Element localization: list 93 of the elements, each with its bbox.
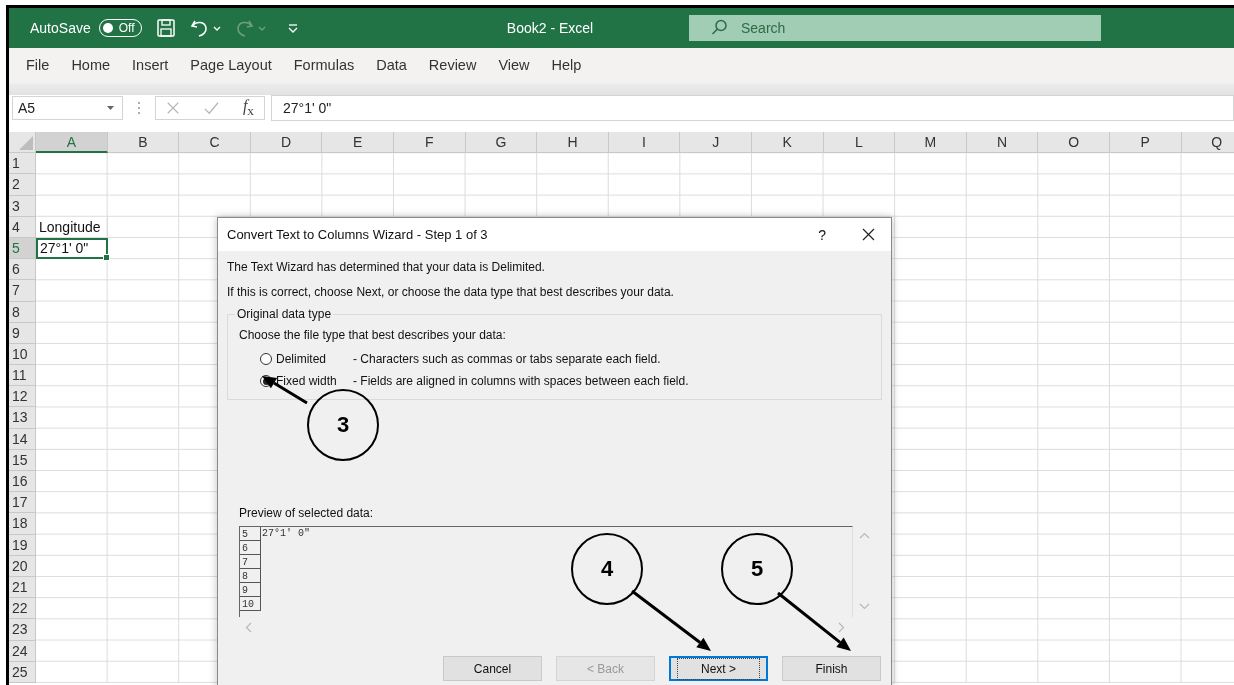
row-header[interactable]: 18 — [9, 513, 36, 535]
prompt-text: Choose the file type that best describes your data: — [239, 328, 507, 344]
ribbon-tab[interactable]: Home — [60, 48, 122, 83]
arrow — [262, 376, 308, 405]
row-header[interactable]: 6 — [9, 259, 36, 281]
column-header[interactable]: G — [465, 132, 538, 154]
row-header[interactable]: 9 — [9, 322, 36, 344]
save-icon[interactable] — [155, 18, 176, 38]
message-text: If this is correct, choose Next, or choose the data type that best describes your data. — [227, 284, 675, 301]
line-number: 7 — [240, 555, 261, 569]
row-header[interactable]: 22 — [9, 598, 36, 620]
step-marker: 3 — [307, 389, 379, 461]
row-header[interactable]: 7 — [9, 280, 36, 302]
row-header[interactable]: 16 — [9, 471, 36, 493]
column-header[interactable]: I — [608, 132, 681, 154]
row-header[interactable]: 15 — [9, 449, 36, 471]
column-header[interactable]: H — [537, 132, 609, 154]
preview-label: Preview of selected data: — [239, 506, 375, 522]
grip-icon — [137, 101, 141, 115]
row-header[interactable]: 21 — [9, 576, 36, 599]
search-icon — [711, 19, 728, 36]
dialog-button[interactable]: Finish — [782, 656, 881, 681]
insert-function-button[interactable]: f$_{x}$ — [242, 96, 254, 120]
ribbon-tab[interactable]: Page Layout — [179, 48, 283, 83]
option-description: - Characters such as commas or tabs separate each field. — [353, 352, 661, 366]
column-header[interactable]: D — [250, 132, 323, 154]
column-header[interactable]: K — [751, 132, 824, 154]
row-header[interactable]: 2 — [9, 174, 36, 196]
close-icon[interactable] — [862, 228, 875, 241]
row-header[interactable]: 13 — [9, 407, 36, 429]
line-number: 8 — [240, 569, 261, 583]
dialog-title: Convert Text to Columns Wizard - Step 1 of 3 — [227, 227, 489, 242]
column-header[interactable]: L — [823, 132, 896, 154]
row-header[interactable]: 5 — [9, 237, 36, 260]
row-header[interactable]: 23 — [9, 619, 36, 641]
row-header[interactable]: 8 — [9, 301, 36, 323]
line-number: 5 — [240, 527, 261, 541]
row-header[interactable]: 24 — [9, 640, 36, 662]
help-button[interactable]: ? — [818, 226, 826, 243]
column-header[interactable]: N — [966, 132, 1039, 154]
row-header[interactable]: 17 — [9, 492, 36, 514]
column-header[interactable]: A — [36, 132, 108, 154]
row-header[interactable]: 20 — [9, 555, 36, 577]
radio-option[interactable]: Delimited — [239, 352, 353, 366]
column-header[interactable]: M — [895, 132, 967, 154]
row-header[interactable]: 25 — [9, 661, 36, 683]
search-field[interactable]: Search — [689, 15, 1101, 41]
fill-handle[interactable] — [102, 254, 110, 262]
table-cell[interactable]: Longitude — [36, 216, 108, 238]
column-header[interactable]: Q — [1181, 132, 1234, 154]
row-header[interactable]: 1 — [9, 153, 36, 175]
ribbon-tab[interactable]: Help — [540, 48, 593, 83]
ribbon-tab[interactable]: File — [15, 48, 61, 83]
column-header[interactable]: F — [393, 132, 466, 154]
line-number: 10 — [240, 597, 261, 611]
line-number: 6 — [240, 541, 261, 555]
column-header[interactable]: B — [107, 132, 180, 154]
column-header[interactable]: C — [179, 132, 251, 154]
row-header[interactable]: 10 — [9, 343, 36, 366]
step-marker: 5 — [721, 533, 793, 605]
column-header[interactable]: O — [1038, 132, 1110, 154]
option-description: - Fields are aligned in columns with spaces between each field. — [353, 374, 689, 388]
message-text: The Text Wizard has determined that your data is Delimited. — [227, 259, 546, 276]
ribbon-tab[interactable]: Review — [417, 48, 488, 83]
column-header[interactable]: J — [680, 132, 752, 154]
step-marker: 4 — [571, 533, 643, 605]
dialog-button[interactable]: Next > — [669, 656, 768, 681]
autosave-label: AutoSave — [30, 20, 91, 36]
row-header[interactable]: 19 — [9, 534, 36, 556]
column-header[interactable]: E — [322, 132, 394, 154]
name-box[interactable]: A5 — [12, 96, 123, 120]
ribbon-tab[interactable]: Insert — [121, 48, 180, 83]
line-number: 9 — [240, 583, 261, 597]
row-header[interactable]: 11 — [9, 365, 36, 387]
row-header[interactable]: 4 — [9, 216, 36, 238]
ribbon-tab[interactable]: View — [487, 48, 541, 83]
table-cell[interactable]: 27°1' 0" — [36, 237, 108, 260]
row-header[interactable]: 14 — [9, 428, 36, 450]
dropdown-caret-icon[interactable] — [107, 106, 114, 110]
check-icon[interactable] — [204, 100, 219, 116]
dialog-button[interactable]: Cancel — [443, 656, 542, 681]
row-header[interactable]: 3 — [9, 195, 36, 217]
column-header[interactable]: P — [1109, 132, 1182, 154]
preview-text: 27°1' 0" — [261, 527, 310, 541]
ribbon-tab[interactable]: Formulas — [282, 48, 366, 83]
customize-icon[interactable] — [287, 23, 298, 33]
row-header[interactable]: 12 — [9, 386, 36, 408]
window-title: Book2 - Excel — [505, 20, 595, 36]
radio-button[interactable] — [260, 353, 272, 365]
undo-icon[interactable] — [189, 18, 209, 38]
group-title: Original data type — [235, 307, 334, 321]
formula-field[interactable]: 27°1' 0" — [271, 95, 1234, 121]
ribbon-tab[interactable]: Data — [365, 48, 418, 83]
